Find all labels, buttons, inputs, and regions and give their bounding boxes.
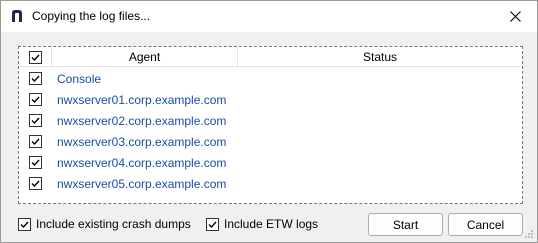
window-title: Copying the log files...	[32, 9, 151, 23]
row-checkbox[interactable]	[29, 135, 42, 148]
table-row[interactable]: nwxserver04.corp.example.com	[19, 152, 522, 173]
table-row[interactable]: nwxserver05.corp.example.com	[19, 173, 522, 194]
table-row[interactable]: nwxserver02.corp.example.com	[19, 110, 522, 131]
checkmark-icon	[208, 221, 217, 228]
crash-dumps-checkbox[interactable]	[18, 217, 31, 231]
select-all-header	[19, 47, 52, 67]
checkmark-icon	[31, 75, 40, 83]
table-row[interactable]: Console	[19, 68, 522, 89]
title-bar: Copying the log files...	[1, 1, 537, 32]
close-button[interactable]	[493, 1, 537, 32]
agent-name[interactable]: Console	[57, 72, 101, 86]
row-checkbox[interactable]	[29, 72, 42, 85]
row-checkbox[interactable]	[29, 177, 42, 190]
column-header-agent[interactable]: Agent	[52, 47, 238, 67]
row-checkbox[interactable]	[29, 156, 42, 169]
checkmark-icon	[31, 117, 40, 125]
agent-name[interactable]: nwxserver02.corp.example.com	[57, 114, 226, 128]
select-all-checkbox[interactable]	[28, 50, 42, 64]
checkmark-icon	[31, 54, 40, 61]
checkmark-icon	[31, 96, 40, 104]
etw-logs-label[interactable]: Include ETW logs	[224, 217, 318, 231]
start-button[interactable]: Start	[368, 213, 443, 236]
table-row[interactable]: nwxserver03.corp.example.com	[19, 131, 522, 152]
row-checkbox[interactable]	[29, 93, 42, 106]
etw-logs-checkbox[interactable]	[206, 217, 219, 231]
agent-name[interactable]: nwxserver04.corp.example.com	[57, 156, 226, 170]
crash-dumps-option[interactable]: Include existing crash dumps	[18, 217, 191, 231]
checkmark-icon	[31, 138, 40, 146]
checkmark-icon	[31, 159, 40, 167]
close-icon	[509, 11, 521, 22]
cancel-button[interactable]: Cancel	[448, 213, 523, 236]
agent-name[interactable]: nwxserver05.corp.example.com	[57, 177, 226, 191]
grid-header: Agent Status	[19, 47, 522, 67]
table-row[interactable]: nwxserver01.corp.example.com	[19, 89, 522, 110]
column-header-agent-label: Agent	[128, 50, 161, 64]
agent-name[interactable]: nwxserver01.corp.example.com	[57, 93, 226, 107]
agent-name[interactable]: nwxserver03.corp.example.com	[57, 135, 226, 149]
resize-grip-icon[interactable]	[524, 229, 534, 239]
dialog-window: Copying the log files... Agent Status Co…	[0, 0, 538, 243]
checkmark-icon	[20, 221, 29, 228]
column-header-status-label: Status	[362, 50, 398, 64]
etw-logs-option[interactable]: Include ETW logs	[206, 217, 318, 231]
column-header-status[interactable]: Status	[238, 47, 522, 67]
checkmark-icon	[31, 180, 40, 188]
app-logo-icon	[12, 10, 22, 22]
row-checkbox[interactable]	[29, 114, 42, 127]
agents-grid[interactable]: Agent Status Console nwxserver01.corp.ex…	[18, 46, 523, 204]
crash-dumps-label[interactable]: Include existing crash dumps	[36, 217, 191, 231]
